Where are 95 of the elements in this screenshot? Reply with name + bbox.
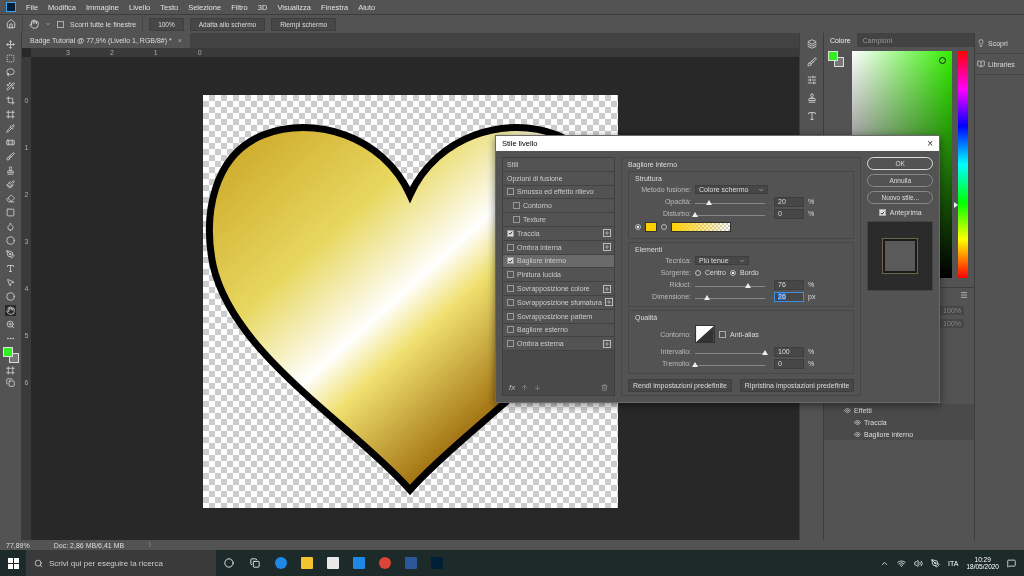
slider-thumb[interactable] [703, 295, 710, 300]
slider-track[interactable] [695, 211, 765, 216]
trash-icon[interactable] [601, 383, 608, 391]
search-field[interactable]: Scrivi qui per eseguire la ricerca [26, 550, 216, 576]
checkbox[interactable] [507, 340, 514, 348]
volume-icon[interactable] [914, 558, 924, 568]
menu-icon[interactable] [960, 291, 968, 299]
screen-mode-icon[interactable] [6, 378, 15, 387]
caret-icon[interactable] [45, 21, 51, 27]
checkbox[interactable] [513, 216, 520, 224]
add-button[interactable] [603, 229, 611, 238]
checkbox[interactable] [507, 188, 514, 196]
checkbox[interactable] [507, 298, 514, 306]
slider-thumb[interactable] [762, 350, 768, 355]
task-view-icon[interactable] [250, 558, 260, 568]
more-icon[interactable] [6, 334, 15, 343]
type-icon[interactable] [6, 264, 15, 273]
slider-track[interactable] [695, 294, 765, 299]
stamp-icon[interactable] [806, 93, 817, 103]
checkbox[interactable] [507, 285, 514, 293]
hue-marker[interactable] [954, 202, 958, 209]
windows-logo-icon[interactable] [7, 557, 19, 569]
slider-thumb[interactable] [692, 362, 698, 367]
eyedropper-icon[interactable] [6, 124, 15, 133]
layers-icon[interactable] [806, 39, 817, 49]
checkbox[interactable] [507, 271, 514, 279]
lasso-icon[interactable] [6, 68, 15, 77]
circle-icon[interactable] [224, 558, 234, 568]
frame-icon[interactable] [6, 110, 15, 119]
caret-icon [738, 257, 745, 264]
slider-track[interactable] [695, 199, 765, 204]
app-logo [6, 2, 16, 12]
preview-swatch [883, 239, 918, 273]
type-icon[interactable] [806, 111, 817, 121]
checkbox[interactable] [507, 243, 514, 251]
pen-icon[interactable] [931, 558, 941, 568]
eraser-icon[interactable] [6, 194, 15, 203]
color-swatches[interactable] [2, 347, 19, 363]
eye-icon[interactable] [854, 430, 861, 438]
search-icon [34, 558, 43, 568]
checkbox[interactable] [507, 229, 514, 237]
brush-icon[interactable] [806, 57, 817, 67]
add-button[interactable] [603, 339, 611, 348]
slider-thumb[interactable] [706, 200, 712, 205]
radio-button[interactable] [730, 269, 736, 276]
bandage-icon[interactable] [6, 138, 15, 147]
fx-button[interactable]: fx [509, 382, 516, 392]
crop-icon[interactable] [6, 96, 15, 105]
slider-thumb[interactable] [692, 212, 698, 217]
checkbox[interactable] [878, 209, 886, 216]
checkbox[interactable] [507, 257, 514, 265]
browser-icon[interactable] [275, 557, 287, 569]
add-button[interactable] [603, 284, 611, 293]
stamp-icon[interactable] [6, 166, 15, 175]
slider-track[interactable] [695, 361, 765, 366]
brush-icon[interactable] [6, 152, 15, 161]
radio-button[interactable] [635, 224, 641, 230]
network-icon[interactable] [897, 558, 907, 568]
checkbox[interactable] [719, 330, 726, 338]
checkbox[interactable] [513, 202, 520, 210]
add-button[interactable] [603, 243, 611, 252]
home-icon[interactable] [6, 19, 16, 29]
wand-icon[interactable] [6, 82, 15, 91]
checkbox[interactable] [57, 20, 64, 28]
ellipse-icon[interactable] [6, 292, 15, 301]
lightbulb-icon [977, 39, 985, 47]
droplet-icon[interactable] [6, 222, 15, 231]
color-swatch[interactable] [645, 222, 657, 232]
checkbox[interactable] [507, 312, 514, 320]
contour-preview[interactable] [695, 325, 715, 343]
arrow-up-icon[interactable] [521, 383, 529, 391]
pointer-icon[interactable] [6, 278, 15, 287]
close-icon[interactable]: × [927, 138, 933, 149]
eye-icon[interactable] [844, 406, 851, 414]
caret-icon [758, 186, 765, 193]
arrow-down-icon[interactable] [534, 383, 542, 391]
checkbox[interactable] [507, 326, 514, 334]
book-icon [977, 60, 985, 68]
pen-icon[interactable] [6, 250, 15, 259]
add-button[interactable] [604, 298, 613, 307]
eye-icon[interactable] [854, 418, 861, 426]
hand-icon[interactable] [29, 19, 39, 29]
gradient-swatch[interactable] [671, 222, 731, 232]
slider-track[interactable] [695, 349, 765, 354]
zoom-icon[interactable] [6, 320, 15, 329]
slider-track[interactable] [695, 282, 765, 287]
adjust-icon[interactable] [806, 75, 817, 85]
paintbrush-icon[interactable] [6, 180, 15, 189]
browser-icon[interactable] [379, 557, 391, 569]
color-swatches[interactable] [828, 51, 844, 67]
slider-thumb[interactable] [745, 283, 752, 288]
notification-icon[interactable] [1007, 558, 1016, 568]
hand-icon[interactable] [6, 306, 15, 315]
marquee-icon[interactable] [6, 54, 15, 63]
move-icon[interactable] [6, 40, 15, 49]
